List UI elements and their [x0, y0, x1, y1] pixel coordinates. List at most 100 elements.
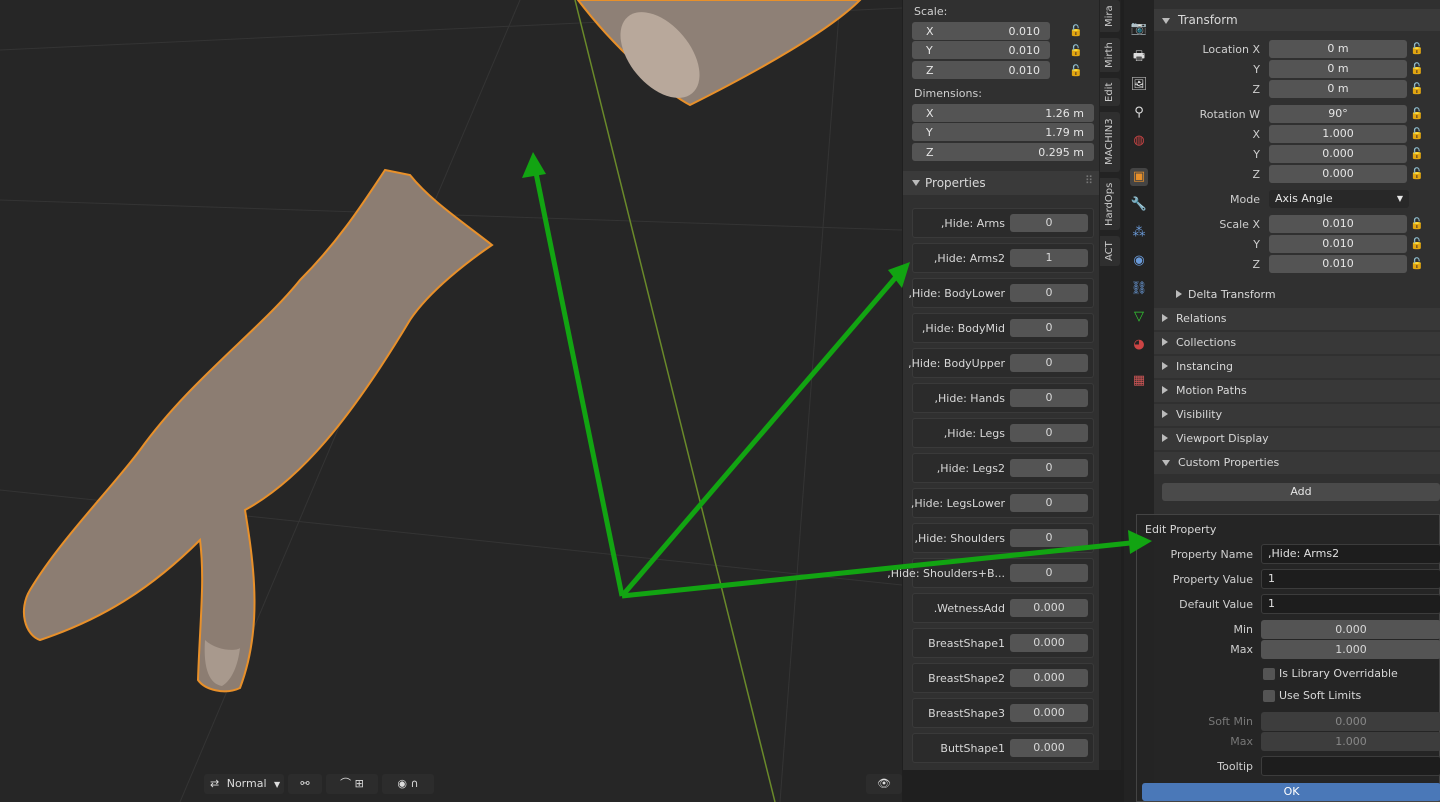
- tab-mira[interactable]: Mira: [1100, 0, 1120, 32]
- dimension-z-field[interactable]: Z 0.295 m: [912, 143, 1094, 161]
- view-layer-icon[interactable]: 🖼: [1130, 76, 1148, 94]
- constraints-icon[interactable]: ⛓: [1130, 280, 1148, 298]
- scale-y-field[interactable]: 0.010: [1269, 235, 1407, 253]
- property-value-field[interactable]: 0: [1010, 319, 1088, 337]
- tooltip-input[interactable]: [1261, 756, 1440, 776]
- custom-property-row[interactable]: ,Hide: Hands 0: [912, 383, 1094, 413]
- custom-property-row[interactable]: ,Hide: BodyLower 0: [909, 278, 1094, 308]
- lock-icon[interactable]: 🔓: [1410, 127, 1424, 141]
- property-value-field[interactable]: 1: [1010, 249, 1088, 267]
- custom-property-row[interactable]: ,Hide: Arms2 1: [912, 243, 1094, 273]
- library-overridable-checkbox[interactable]: [1263, 668, 1275, 680]
- texture-icon[interactable]: ▦: [1130, 372, 1148, 390]
- scene-icon[interactable]: ⚲: [1130, 104, 1148, 122]
- pivot-point-dropdown[interactable]: ⚯: [288, 774, 322, 794]
- rotation-mode-dropdown[interactable]: Axis Angle ▼: [1269, 190, 1409, 208]
- custom-property-row[interactable]: ,Hide: Shoulders+B... 0: [887, 558, 1094, 588]
- custom-property-row[interactable]: ,Hide: Arms 0: [912, 208, 1094, 238]
- motion-paths-panel-header[interactable]: Motion Paths: [1154, 380, 1440, 402]
- custom-property-row[interactable]: ,Hide: Legs 0: [912, 418, 1094, 448]
- property-value-field[interactable]: 0: [1010, 284, 1088, 302]
- ok-button[interactable]: OK: [1142, 783, 1440, 801]
- lock-icon[interactable]: 🔓: [1410, 167, 1424, 181]
- lock-icon[interactable]: 🔓: [1410, 62, 1424, 76]
- scale-y-field[interactable]: Y 0.010: [912, 41, 1050, 59]
- property-value-field[interactable]: 0: [1010, 529, 1088, 547]
- custom-property-row[interactable]: .WetnessAdd 0.000: [912, 593, 1094, 623]
- rotation-x-field[interactable]: 1.000: [1269, 125, 1407, 143]
- custom-property-row[interactable]: ,Hide: Shoulders 0: [912, 523, 1094, 553]
- material-icon[interactable]: ◕: [1130, 336, 1148, 354]
- property-value-field[interactable]: 0: [1010, 214, 1088, 232]
- add-property-button[interactable]: Add: [1162, 483, 1440, 501]
- properties-panel-header[interactable]: Properties ⠿: [903, 171, 1099, 195]
- property-value-field[interactable]: 0.000: [1010, 669, 1088, 687]
- transform-panel-header[interactable]: Transform: [1154, 9, 1440, 31]
- tab-machin3[interactable]: MACHIN3: [1100, 112, 1120, 172]
- property-value-field[interactable]: 0: [1010, 424, 1088, 442]
- property-value-field[interactable]: 0: [1010, 494, 1088, 512]
- tab-act[interactable]: ACT: [1100, 236, 1120, 266]
- scale-z-field[interactable]: Z 0.010: [912, 61, 1050, 79]
- scale-z-field[interactable]: 0.010: [1269, 255, 1407, 273]
- modifier-icon[interactable]: 🔧: [1130, 196, 1148, 214]
- collections-panel-header[interactable]: Collections: [1154, 332, 1440, 354]
- tab-hardops[interactable]: HardOps: [1100, 178, 1120, 230]
- render-icon[interactable]: 📷: [1130, 20, 1148, 38]
- property-value-field[interactable]: 0.000: [1010, 704, 1088, 722]
- viewport-display-panel-header[interactable]: Viewport Display: [1154, 428, 1440, 450]
- dimension-x-field[interactable]: X 1.26 m: [912, 104, 1094, 122]
- rotation-z-field[interactable]: 0.000: [1269, 165, 1407, 183]
- world-icon[interactable]: ◍: [1130, 132, 1148, 150]
- custom-properties-panel-header[interactable]: Custom Properties: [1154, 452, 1440, 474]
- location-y-field[interactable]: 0 m: [1269, 60, 1407, 78]
- lock-icon[interactable]: 🔓: [1069, 24, 1083, 38]
- lock-icon[interactable]: 🔓: [1410, 217, 1424, 231]
- property-value-input[interactable]: 1: [1261, 569, 1440, 589]
- lock-icon[interactable]: 🔓: [1069, 64, 1083, 78]
- lock-icon[interactable]: 🔓: [1410, 257, 1424, 271]
- custom-property-row[interactable]: ,Hide: Legs2 0: [912, 453, 1094, 483]
- custom-property-row[interactable]: BreastShape3 0.000: [912, 698, 1094, 728]
- location-z-field[interactable]: 0 m: [1269, 80, 1407, 98]
- property-value-field[interactable]: 0: [1010, 354, 1088, 372]
- soft-limits-checkbox[interactable]: [1263, 690, 1275, 702]
- property-value-field[interactable]: 0.000: [1010, 739, 1088, 757]
- proportional-editing-button[interactable]: ◉ ∩: [382, 774, 434, 794]
- tab-edit[interactable]: Edit: [1100, 78, 1120, 106]
- particles-icon[interactable]: ⁂: [1130, 224, 1148, 242]
- physics-icon[interactable]: ◉: [1130, 252, 1148, 270]
- property-value-field[interactable]: 0: [1010, 389, 1088, 407]
- scale-x-field[interactable]: 0.010: [1269, 215, 1407, 233]
- data-icon[interactable]: ▽: [1130, 308, 1148, 326]
- instancing-panel-header[interactable]: Instancing: [1154, 356, 1440, 378]
- property-name-input[interactable]: ,Hide: Arms2: [1261, 544, 1440, 564]
- location-x-field[interactable]: 0 m: [1269, 40, 1407, 58]
- property-value-field[interactable]: 0: [1010, 459, 1088, 477]
- 3d-viewport[interactable]: ⇄ Normal ▼ ⚯ ⌒ ⊞ ◉ ∩ 👁: [0, 0, 902, 802]
- rotation-y-field[interactable]: 0.000: [1269, 145, 1407, 163]
- min-field[interactable]: 0.000: [1261, 620, 1440, 639]
- custom-property-row[interactable]: BreastShape1 0.000: [912, 628, 1094, 658]
- rotation-w-field[interactable]: 90°: [1269, 105, 1407, 123]
- lock-icon[interactable]: 🔓: [1410, 237, 1424, 251]
- property-value-field[interactable]: 0.000: [1010, 634, 1088, 652]
- object-icon[interactable]: ▣: [1130, 168, 1148, 186]
- drag-handle-icon[interactable]: ⠿: [1085, 174, 1093, 187]
- relations-panel-header[interactable]: Relations: [1154, 308, 1440, 330]
- lock-icon[interactable]: 🔓: [1410, 107, 1424, 121]
- custom-property-row[interactable]: ,Hide: BodyMid 0: [912, 313, 1094, 343]
- custom-property-row[interactable]: ButtShape1 0.000: [912, 733, 1094, 763]
- snap-dropdown[interactable]: ⌒ ⊞: [326, 774, 378, 794]
- lock-icon[interactable]: 🔓: [1410, 82, 1424, 96]
- tab-mirth[interactable]: Mirth: [1100, 38, 1120, 72]
- visibility-panel-header[interactable]: Visibility: [1154, 404, 1440, 426]
- dimension-y-field[interactable]: Y 1.79 m: [912, 123, 1094, 141]
- transform-orientation-dropdown[interactable]: ⇄ Normal ▼: [204, 774, 284, 794]
- property-value-field[interactable]: 0.000: [1010, 599, 1088, 617]
- lock-icon[interactable]: 🔓: [1410, 42, 1424, 56]
- custom-property-row[interactable]: BreastShape2 0.000: [912, 663, 1094, 693]
- visibility-dropdown[interactable]: 👁: [866, 774, 902, 794]
- scale-x-field[interactable]: X 0.010: [912, 22, 1050, 40]
- custom-property-row[interactable]: ,Hide: LegsLower 0: [911, 488, 1094, 518]
